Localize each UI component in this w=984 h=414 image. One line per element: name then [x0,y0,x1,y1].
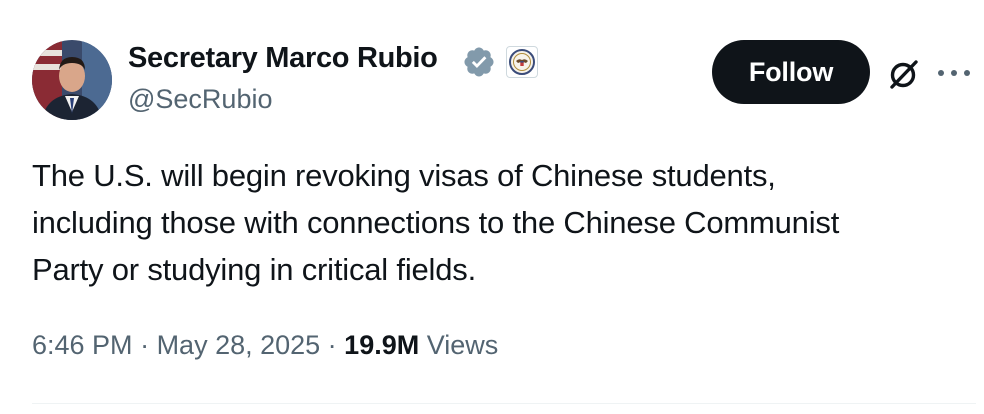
tweet-meta: 6:46 PM · May 28, 2025 · 19.9M Views [32,330,498,361]
tweet-text: The U.S. will begin revoking visas of Ch… [32,158,840,287]
views-count: 19.9M [344,330,420,360]
seal-graphic [509,49,535,75]
state-department-seal-icon[interactable] [506,46,538,78]
avatar[interactable] [32,40,112,120]
verified-badge-icon[interactable] [462,45,496,79]
meta-separator: · [320,330,345,360]
display-name[interactable]: Secretary Marco Rubio [128,42,438,75]
views-label: Views [419,330,499,360]
tweet-time[interactable]: 6:46 PM [32,330,133,360]
more-options-icon[interactable] [934,58,974,88]
meta-separator: · [132,330,157,360]
avatar-photo [32,40,112,120]
tweet-date[interactable]: May 28, 2025 [157,330,321,360]
author-handle[interactable]: @SecRubio [128,84,272,115]
grok-icon[interactable] [884,54,924,94]
divider [32,403,976,404]
follow-button[interactable]: Follow [712,40,870,104]
